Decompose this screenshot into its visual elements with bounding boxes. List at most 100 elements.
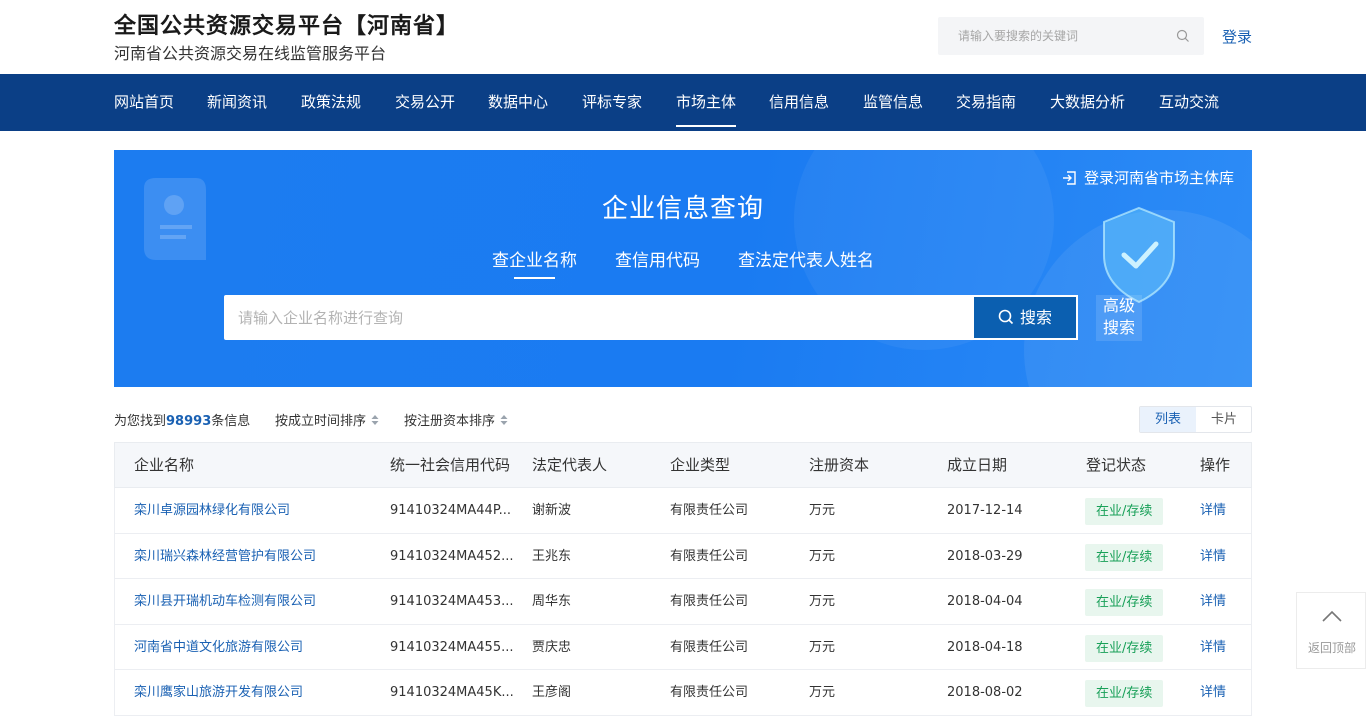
advanced-search-button[interactable]: 高级搜索 [1096, 295, 1142, 341]
site-subtitle: 河南省公共资源交易在线监管服务平台 [114, 44, 387, 63]
nav-item-market-entities[interactable]: 市场主体 [676, 74, 737, 131]
detail-link[interactable]: 详情 [1200, 625, 1226, 670]
nav-item-home[interactable]: 网站首页 [114, 74, 174, 131]
sort-by-date-button[interactable]: 按成立时间排序 [275, 410, 379, 429]
established-date: 2018-03-29 [947, 548, 1023, 564]
legal-rep: 周华东 [532, 594, 572, 609]
company-name-link[interactable]: 栾川瑞兴森林经营管护有限公司 [134, 534, 316, 579]
status-badge: 在业/存续 [1085, 634, 1164, 662]
banner-title: 企业信息查询 [601, 194, 764, 224]
credit-code: 91410324MA452... [390, 548, 514, 564]
search-icon[interactable] [1176, 29, 1190, 43]
company-name-link[interactable]: 栾川卓源园林绿化有限公司 [134, 488, 290, 533]
list-view-button[interactable]: 列表 [1140, 407, 1196, 432]
tab-legal-rep[interactable]: 查法定代表人姓名 [738, 246, 874, 271]
company-type: 有限责任公司 [670, 685, 749, 700]
nav-item-news[interactable]: 新闻资讯 [207, 74, 267, 131]
nav-item-experts[interactable]: 评标专家 [582, 74, 642, 131]
header-search-box [938, 17, 1204, 55]
login-icon [1062, 171, 1076, 185]
established-date: 2018-04-04 [947, 594, 1023, 609]
enterprise-search-box [224, 295, 974, 340]
search-icon [998, 309, 1014, 325]
status-badge: 在业/存续 [1085, 543, 1164, 571]
table-row: 栾川瑞兴森林经营管护有限公司 91410324MA452... 王兆东 有限责任… [114, 533, 1252, 579]
registered-capital: 万元 [809, 548, 836, 564]
credit-code: 91410324MA44P... [390, 503, 512, 518]
sort-arrows-icon [371, 415, 379, 425]
site-header: 全国公共资源交易平台【河南省】 河南省公共资源交易在线监管服务平台 登录 [0, 0, 1366, 74]
back-to-top-button[interactable]: 返回顶部 [1296, 592, 1366, 669]
company-name-link[interactable]: 河南省中道文化旅游有限公司 [134, 625, 303, 670]
column-header: 统一社会信用代码 [390, 456, 511, 474]
detail-link[interactable]: 详情 [1200, 534, 1226, 579]
enterprise-search-input[interactable] [224, 295, 964, 340]
tab-credit-code[interactable]: 查信用代码 [615, 246, 700, 271]
status-badge: 在业/存续 [1085, 589, 1164, 616]
column-header: 法定代表人 [532, 456, 608, 474]
column-header: 企业名称 [134, 456, 195, 474]
result-count-number: 98993 [166, 414, 212, 429]
status-badge: 在业/存续 [1085, 680, 1164, 707]
column-header: 操作 [1200, 456, 1231, 474]
nav-item-big-data[interactable]: 大数据分析 [1050, 74, 1125, 131]
company-type: 有限责任公司 [670, 503, 749, 518]
detail-link[interactable]: 详情 [1200, 670, 1226, 715]
established-date: 2017-12-14 [947, 503, 1023, 518]
table-header: 企业名称 统一社会信用代码 法定代表人 企业类型 注册资本 成立日期 登记状态 … [114, 442, 1252, 488]
nav-item-supervision[interactable]: 监管信息 [863, 74, 923, 131]
company-type: 有限责任公司 [670, 548, 749, 564]
detail-link[interactable]: 详情 [1200, 579, 1226, 624]
sort-by-capital-button[interactable]: 按注册资本排序 [404, 410, 508, 429]
nav-item-guide[interactable]: 交易指南 [956, 74, 1016, 131]
enterprise-search-banner: 登录河南省市场主体库 企业信息查询 查企业名称 查信用代码 查法定代表人姓名 搜… [114, 150, 1252, 387]
market-entity-login-link[interactable]: 登录河南省市场主体库 [1062, 167, 1234, 188]
legal-rep: 贾庆忠 [532, 639, 572, 655]
legal-rep: 王兆东 [532, 548, 572, 564]
card-view-button[interactable]: 卡片 [1196, 407, 1252, 432]
table-row: 栾川卓源园林绿化有限公司 91410324MA44P... 谢新波 有限责任公司… [114, 488, 1252, 534]
result-count-prefix: 为您找到 [114, 414, 167, 429]
registered-capital: 万元 [809, 685, 836, 700]
registered-capital: 万元 [809, 639, 836, 655]
legal-rep: 王彦阁 [532, 685, 572, 700]
search-button[interactable]: 搜索 [972, 295, 1078, 340]
column-header: 注册资本 [809, 456, 870, 474]
result-count: 为您找到98993条信息 [114, 410, 250, 429]
detail-link[interactable]: 详情 [1200, 488, 1226, 533]
company-type: 有限责任公司 [670, 594, 749, 609]
established-date: 2018-08-02 [947, 685, 1023, 700]
column-header: 成立日期 [947, 456, 1008, 474]
legal-rep: 谢新波 [532, 503, 572, 518]
main-nav: 网站首页 新闻资讯 政策法规 交易公开 数据中心 评标专家 市场主体 信用信息 … [0, 74, 1366, 131]
credit-code: 91410324MA455... [390, 639, 514, 655]
nav-item-data-center[interactable]: 数据中心 [488, 74, 548, 131]
nav-item-policy[interactable]: 政策法规 [301, 74, 361, 131]
company-name-link[interactable]: 栾川县开瑞机动车检测有限公司 [134, 579, 316, 624]
nav-item-interaction[interactable]: 互动交流 [1159, 74, 1219, 131]
result-count-suffix: 条信息 [211, 414, 251, 429]
column-header: 企业类型 [670, 456, 731, 474]
nav-item-trade-public[interactable]: 交易公开 [395, 74, 455, 131]
table-row: 河南省中道文化旅游有限公司 91410324MA455... 贾庆忠 有限责任公… [114, 624, 1252, 670]
login-link[interactable]: 登录 [1222, 26, 1252, 47]
header-search-input[interactable] [938, 17, 1158, 55]
chevron-up-icon [1322, 610, 1342, 622]
column-header: 登记状态 [1086, 456, 1147, 474]
tab-company-name[interactable]: 查企业名称 [492, 246, 577, 279]
sort-by-capital-label: 按注册资本排序 [404, 414, 496, 429]
credit-code: 91410324MA453... [390, 594, 514, 609]
view-toggle: 列表 卡片 [1139, 406, 1252, 433]
site-title: 全国公共资源交易平台【河南省】 [114, 14, 460, 39]
market-entity-login-label: 登录河南省市场主体库 [1083, 169, 1234, 187]
sort-arrows-icon [500, 415, 508, 425]
nav-item-credit[interactable]: 信用信息 [769, 74, 829, 131]
table-row: 栾川县开瑞机动车检测有限公司 91410324MA453... 周华东 有限责任… [114, 579, 1252, 625]
credit-code: 91410324MA45K... [390, 685, 514, 700]
company-type: 有限责任公司 [670, 639, 749, 655]
registered-capital: 万元 [809, 594, 836, 609]
sort-by-date-label: 按成立时间排序 [275, 414, 367, 429]
company-name-link[interactable]: 栾川鹰家山旅游开发有限公司 [134, 670, 303, 715]
enterprise-table: 企业名称 统一社会信用代码 法定代表人 企业类型 注册资本 成立日期 登记状态 … [114, 442, 1252, 716]
table-row: 栾川鹰家山旅游开发有限公司 91410324MA45K... 王彦阁 有限责任公… [114, 670, 1252, 716]
